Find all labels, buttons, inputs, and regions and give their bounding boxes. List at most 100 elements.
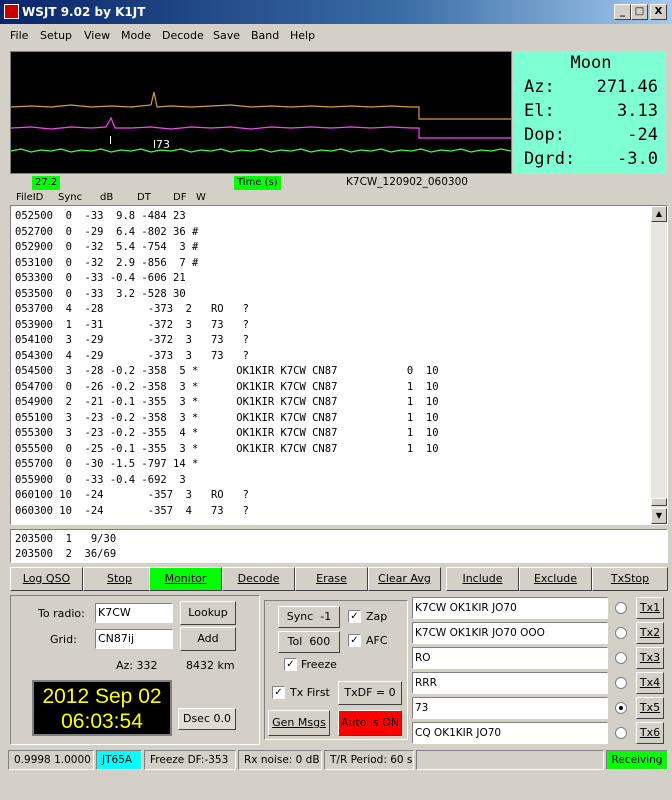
decoded-text-area[interactable]: 052500 0 -33 9.8 -484 23 052700 0 -29 6.… <box>10 205 668 525</box>
scroll-down-arrow-icon[interactable]: ▼ <box>651 508 667 524</box>
status-ratio: 0.9998 1.0000 <box>8 750 94 770</box>
decode-line: 053500 0 -33 3.2 -528 30 <box>15 287 186 300</box>
decode-line: 053900 1 -31 -372 3 73 ? <box>15 318 249 331</box>
lookup-button[interactable]: Lookup <box>180 601 236 625</box>
tx5-message-input[interactable]: 73 <box>412 697 608 719</box>
spectrum-scope[interactable]: l l73 <box>10 51 512 174</box>
decode-line: 054700 0 -26 -0.2 -358 3 * OK1KIR K7CW C… <box>15 380 439 393</box>
grid-label: Grid: <box>50 633 77 646</box>
decode-line: 054300 4 -29 -373 3 73 ? <box>15 349 249 362</box>
scope-trace-orange <box>10 91 511 120</box>
menu-mode[interactable]: Mode <box>121 29 151 42</box>
tx6-message-input[interactable]: CQ OK1KIR JO70 <box>412 722 608 744</box>
tx1-message-input[interactable]: K7CW OK1KIR JO70 <box>412 597 608 619</box>
status-tr-period: T/R Period: 60 s <box>324 750 414 770</box>
tx3-message-input[interactable]: RO <box>412 647 608 669</box>
app-icon <box>4 4 19 19</box>
title-bar: WSJT 9.02 by K1JT _ □ X <box>0 0 672 24</box>
tx6-button[interactable]: Tx6 <box>636 722 664 744</box>
decode-line: 055900 0 -33 -0.4 -692 3 <box>15 473 186 486</box>
txdf-zero-button[interactable]: TxDF = 0 <box>338 681 402 705</box>
tx4-radio[interactable] <box>615 677 627 689</box>
grid-input[interactable]: CN87ij <box>95 629 173 649</box>
clear-avg-button[interactable]: Clear Avg <box>368 567 441 591</box>
average-line: 203500 1 9/30 <box>15 533 117 545</box>
status-freeze-df: Freeze DF:-353 <box>144 750 236 770</box>
clock-time: 06:03:54 <box>61 710 143 733</box>
maximize-button[interactable]: □ <box>631 4 648 20</box>
erase-button[interactable]: Erase <box>295 567 368 591</box>
scroll-thumb[interactable] <box>651 498 667 506</box>
menu-setup[interactable]: Setup <box>40 29 72 42</box>
current-filename: K7CW_120902_060300 <box>346 176 468 188</box>
tx6-radio[interactable] <box>615 727 627 739</box>
dgrd-value: -3.0 <box>617 149 658 169</box>
tx1-radio[interactable] <box>615 602 627 614</box>
average-text-area[interactable]: 203500 1 9/30 203500 2 36/69 <box>10 529 668 563</box>
dop-label: Dop: <box>524 125 565 145</box>
dop-value: -24 <box>627 125 658 145</box>
tx4-message-input[interactable]: RRR <box>412 672 608 694</box>
tol-value: 600 <box>309 635 331 648</box>
tol-label: Tol <box>287 635 303 648</box>
tx5-button[interactable]: Tx5 <box>636 697 664 719</box>
decode-line: 052900 0 -32 5.4 -754 3 # <box>15 241 199 253</box>
moon-panel: Moon Az: 271.46 El: 3.13 Dop: -24 Dgrd: -3.0 <box>514 51 666 174</box>
tx3-button[interactable]: Tx3 <box>636 647 664 669</box>
to-radio-input[interactable]: K7CW <box>95 603 173 623</box>
decode-line: 054100 3 -29 -372 3 73 ? <box>15 334 249 346</box>
moon-title: Moon <box>570 53 612 73</box>
stop-button[interactable]: Stop <box>83 567 156 591</box>
log-qso-button[interactable]: Log QSO <box>10 567 83 591</box>
menu-band[interactable]: Band <box>251 29 279 42</box>
time-axis-label: Time (s) <box>234 176 281 190</box>
gen-msgs-button[interactable]: Gen Msgs <box>268 710 330 736</box>
menu-help[interactable]: Help <box>290 29 315 42</box>
include-button[interactable]: Include <box>446 567 519 591</box>
col-dt: DT <box>137 192 151 203</box>
tx-first-label: Tx First <box>290 686 330 699</box>
status-bar: 0.9998 1.0000 JT65A Freeze DF:-353 Rx no… <box>8 750 668 772</box>
decode-line: 055300 3 -23 -0.2 -355 4 * OK1KIR K7CW C… <box>15 427 439 439</box>
tx4-button[interactable]: Tx4 <box>636 672 664 694</box>
window-title: WSJT 9.02 by K1JT <box>22 5 146 19</box>
tx2-button[interactable]: Tx2 <box>636 622 664 644</box>
auto-on-button[interactable]: Auto is ON <box>338 710 402 736</box>
az-value: 271.46 <box>596 77 658 97</box>
zap-checkbox[interactable]: ✓ <box>348 610 361 623</box>
menu-decode[interactable]: Decode <box>162 29 204 42</box>
tx1-button[interactable]: Tx1 <box>636 597 664 619</box>
tx3-radio[interactable] <box>615 652 627 664</box>
sync-label: Sync <box>286 610 314 623</box>
tx2-message-input[interactable]: K7CW OK1KIR JO70 OOO <box>412 622 608 644</box>
sync-spinner[interactable]: Sync -1 <box>278 606 340 628</box>
menu-save[interactable]: Save <box>213 29 240 42</box>
tx2-radio[interactable] <box>615 627 627 639</box>
tx-first-checkbox[interactable]: ✓ <box>272 686 285 699</box>
utc-clock: 2012 Sep 02 06:03:54 <box>32 680 172 736</box>
freeze-checkbox[interactable]: ✓ <box>284 658 297 671</box>
minimize-button[interactable]: _ <box>614 4 631 20</box>
menu-file[interactable]: File <box>10 29 28 42</box>
add-button[interactable]: Add <box>180 627 236 651</box>
vertical-scrollbar[interactable]: ▲ ▼ <box>651 206 667 524</box>
afc-checkbox[interactable]: ✓ <box>348 634 361 647</box>
dgrd-label: Dgrd: <box>524 149 576 169</box>
decode-line: 060300 10 -24 -357 4 73 ? <box>15 504 249 517</box>
monitor-button[interactable]: Monitor <box>149 567 222 591</box>
dsec-control[interactable]: Dsec 0.0 <box>178 708 236 730</box>
decode-line: 055700 0 -30 -1.5 -797 14 * <box>15 458 199 470</box>
txstop-button[interactable]: TxStop <box>592 567 668 591</box>
menu-view[interactable]: View <box>84 29 110 42</box>
tx5-radio[interactable] <box>615 702 627 714</box>
col-fileid: FileID <box>16 192 44 203</box>
status-empty <box>416 750 604 770</box>
decode-line: 053300 0 -33 -0.4 -606 21 <box>15 272 186 284</box>
clock-date: 2012 Sep 02 <box>42 685 162 708</box>
decode-button[interactable]: Decode <box>222 567 295 591</box>
exclude-button[interactable]: Exclude <box>519 567 592 591</box>
scroll-up-arrow-icon[interactable]: ▲ <box>651 206 667 222</box>
tol-spinner[interactable]: Tol 600 <box>278 631 340 653</box>
close-button[interactable]: X <box>650 4 667 20</box>
scope-marker-1: l <box>109 134 112 147</box>
